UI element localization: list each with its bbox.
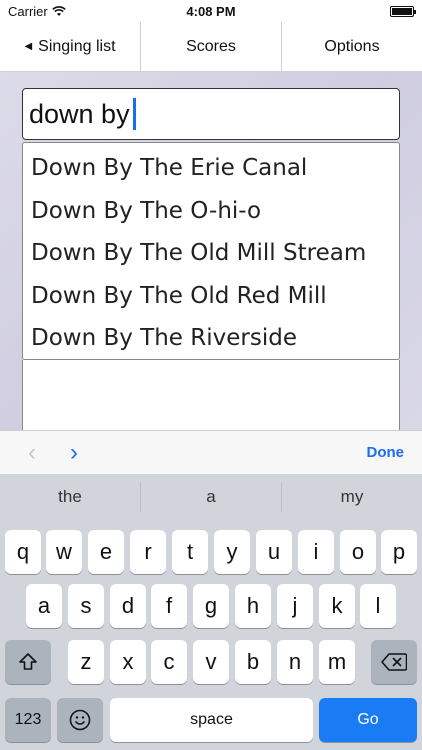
key-k[interactable]: k [319, 584, 355, 628]
key-n[interactable]: n [277, 640, 313, 684]
keyboard: q w e r t y u i o p a s d f g h j k l z … [0, 520, 422, 750]
singing-list-back-button[interactable]: ◀ Singing list [0, 22, 141, 71]
key-z[interactable]: z [68, 640, 104, 684]
key-r[interactable]: r [130, 530, 166, 574]
predictive-bar: the a my [0, 474, 422, 520]
back-button-label: Singing list [38, 37, 116, 55]
key-d[interactable]: d [110, 584, 146, 628]
previous-field-button[interactable]: ‹ [18, 439, 46, 467]
suggestion-item[interactable]: Down By The Riverside [23, 317, 399, 360]
key-f[interactable]: f [151, 584, 187, 628]
shift-key[interactable] [5, 640, 51, 684]
delete-key[interactable] [371, 640, 417, 684]
space-key[interactable]: space [110, 698, 313, 742]
emoji-key[interactable] [57, 698, 103, 742]
emoji-icon [69, 709, 91, 731]
key-w[interactable]: w [46, 530, 82, 574]
key-t[interactable]: t [172, 530, 208, 574]
key-s[interactable]: s [68, 584, 104, 628]
key-l[interactable]: l [360, 584, 396, 628]
scores-button-label: Scores [186, 37, 236, 55]
scores-button[interactable]: Scores [141, 22, 282, 71]
key-o[interactable]: o [340, 530, 376, 574]
status-left: Carrier [8, 4, 66, 19]
list-area [22, 360, 400, 432]
carrier-label: Carrier [8, 3, 48, 19]
next-field-button[interactable]: › [60, 439, 88, 467]
key-u[interactable]: u [256, 530, 292, 574]
numbers-key[interactable]: 123 [5, 698, 51, 742]
key-q[interactable]: q [5, 530, 41, 574]
options-button-label: Options [324, 37, 380, 55]
backspace-icon [381, 653, 407, 671]
key-a[interactable]: a [26, 584, 62, 628]
go-key[interactable]: Go [319, 698, 417, 742]
key-m[interactable]: m [319, 640, 355, 684]
key-h[interactable]: h [235, 584, 271, 628]
key-i[interactable]: i [298, 530, 334, 574]
done-button[interactable]: Done [367, 444, 405, 461]
suggestion-item[interactable]: Down By The Erie Canal [23, 147, 399, 190]
shift-arrow-icon [19, 653, 37, 670]
key-x[interactable]: x [110, 640, 146, 684]
key-y[interactable]: y [214, 530, 250, 574]
status-bar: Carrier 4:08 PM [0, 0, 422, 22]
wifi-icon [51, 5, 66, 16]
back-triangle-icon: ◀ [24, 41, 33, 52]
prediction-item[interactable]: a [141, 482, 282, 512]
suggestion-item[interactable]: Down By The Old Mill Stream [23, 232, 399, 275]
key-e[interactable]: e [88, 530, 124, 574]
prediction-item[interactable]: my [282, 482, 422, 512]
key-c[interactable]: c [151, 640, 187, 684]
suggestion-list: Down By The Erie Canal Down By The O-hi-… [22, 142, 400, 360]
key-g[interactable]: g [193, 584, 229, 628]
key-p[interactable]: p [381, 530, 417, 574]
suggestion-item[interactable]: Down By The Old Red Mill [23, 275, 399, 318]
search-input-value: down by [29, 98, 130, 129]
toolbar: ◀ Singing list Scores Options [0, 22, 422, 72]
keyboard-accessory-bar: ‹ › Done [0, 430, 422, 474]
key-v[interactable]: v [193, 640, 229, 684]
key-b[interactable]: b [235, 640, 271, 684]
options-button[interactable]: Options [282, 22, 422, 71]
prediction-item[interactable]: the [0, 482, 141, 512]
song-search-input[interactable]: down by [22, 88, 400, 140]
suggestion-item[interactable]: Down By The O-hi-o [23, 190, 399, 233]
text-caret [132, 98, 136, 130]
battery-icon [390, 5, 416, 17]
key-j[interactable]: j [277, 584, 313, 628]
